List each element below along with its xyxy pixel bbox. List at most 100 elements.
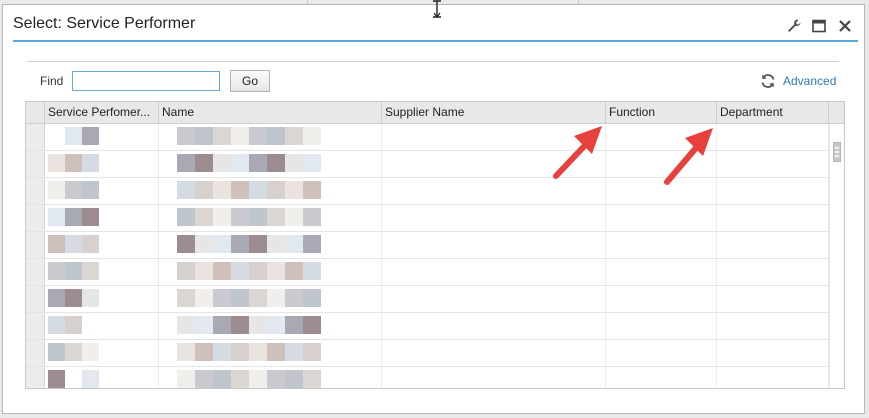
redacted-text <box>249 289 267 307</box>
row-selector[interactable] <box>26 205 45 231</box>
redacted-text <box>213 343 231 361</box>
table-cell <box>606 340 717 366</box>
redacted-text <box>82 127 99 145</box>
redacted-text <box>48 370 65 388</box>
redacted-text <box>249 154 267 172</box>
dialog-title: Select: Service Performer <box>13 15 196 32</box>
table-cell <box>159 124 382 150</box>
column-header-name[interactable]: Name <box>159 102 382 123</box>
table-cell <box>159 178 382 204</box>
go-button[interactable]: Go <box>230 70 270 92</box>
redacted-text <box>303 316 321 334</box>
table-row[interactable] <box>26 232 829 259</box>
redacted-text <box>249 235 267 253</box>
advanced-search-link[interactable]: Advanced <box>759 72 836 90</box>
table-cell <box>159 367 382 388</box>
redacted-text <box>267 127 285 145</box>
redacted-text <box>231 370 249 388</box>
redacted-text <box>65 154 82 172</box>
redacted-text <box>267 181 285 199</box>
row-selector[interactable] <box>26 151 45 177</box>
row-selector-header[interactable] <box>26 102 45 123</box>
table-header: Service Perfomer... Name Supplier Name F… <box>26 102 844 124</box>
redacted-text <box>48 289 65 307</box>
redacted-text <box>231 316 249 334</box>
column-header-department[interactable]: Department <box>717 102 829 123</box>
redacted-text <box>267 262 285 280</box>
redacted-text <box>231 262 249 280</box>
redacted-text <box>267 154 285 172</box>
table-cell <box>159 151 382 177</box>
table-row[interactable] <box>26 259 829 286</box>
table-cell <box>159 340 382 366</box>
advanced-label: Advanced <box>783 74 837 88</box>
redacted-text <box>231 181 249 199</box>
row-selector[interactable] <box>26 259 45 285</box>
redacted-text <box>303 370 321 388</box>
redacted-text <box>285 262 303 280</box>
vertical-scrollbar[interactable] <box>829 124 844 388</box>
table-cell <box>606 259 717 285</box>
table-row[interactable] <box>26 340 829 367</box>
redacted-text <box>267 289 285 307</box>
redacted-text <box>231 208 249 226</box>
table-cell <box>717 313 829 339</box>
redacted-text <box>177 262 195 280</box>
redacted-text <box>195 262 213 280</box>
redacted-text <box>267 370 285 388</box>
table-cell <box>45 340 159 366</box>
redacted-text <box>48 154 65 172</box>
column-header-service-performer[interactable]: Service Perfomer... <box>45 102 159 123</box>
redacted-text <box>213 208 231 226</box>
redacted-text <box>65 181 82 199</box>
table-cell <box>717 259 829 285</box>
row-selector[interactable] <box>26 286 45 312</box>
redacted-text <box>82 235 99 253</box>
table-cell <box>382 232 606 258</box>
redacted-text <box>285 181 303 199</box>
redacted-text <box>48 181 65 199</box>
table-cell <box>382 259 606 285</box>
table-row[interactable] <box>26 205 829 232</box>
redacted-text <box>48 316 65 334</box>
table-cell <box>159 205 382 231</box>
table-cell <box>382 367 606 388</box>
row-selector[interactable] <box>26 313 45 339</box>
redacted-text <box>195 208 213 226</box>
row-selector[interactable] <box>26 367 45 388</box>
redacted-text <box>285 127 303 145</box>
redacted-text <box>213 262 231 280</box>
close-icon[interactable] <box>837 18 853 34</box>
table-cell <box>159 259 382 285</box>
table-cell <box>382 286 606 312</box>
row-selector[interactable] <box>26 232 45 258</box>
table-cell <box>45 259 159 285</box>
find-input[interactable] <box>72 71 220 91</box>
redacted-text <box>82 262 99 280</box>
table-row[interactable] <box>26 286 829 313</box>
redacted-text <box>65 235 82 253</box>
redacted-text <box>213 127 231 145</box>
redacted-text <box>213 316 231 334</box>
redacted-text <box>303 343 321 361</box>
redacted-text <box>82 370 99 388</box>
maximize-icon[interactable] <box>811 18 827 34</box>
row-selector[interactable] <box>26 178 45 204</box>
redacted-text <box>231 235 249 253</box>
table-row[interactable] <box>26 313 829 340</box>
refresh-icon <box>761 74 775 88</box>
table-cell <box>45 367 159 388</box>
table-row[interactable] <box>26 367 829 388</box>
wrench-icon[interactable] <box>786 18 802 34</box>
table-cell <box>159 313 382 339</box>
row-selector[interactable] <box>26 340 45 366</box>
redacted-text <box>177 289 195 307</box>
scrollbar-thumb[interactable] <box>833 142 841 162</box>
table-cell <box>159 232 382 258</box>
redacted-text <box>285 343 303 361</box>
row-selector[interactable] <box>26 124 45 150</box>
table-cell <box>382 340 606 366</box>
table-cell <box>717 340 829 366</box>
redacted-text <box>195 154 213 172</box>
results-table: Service Perfomer... Name Supplier Name F… <box>25 101 845 389</box>
